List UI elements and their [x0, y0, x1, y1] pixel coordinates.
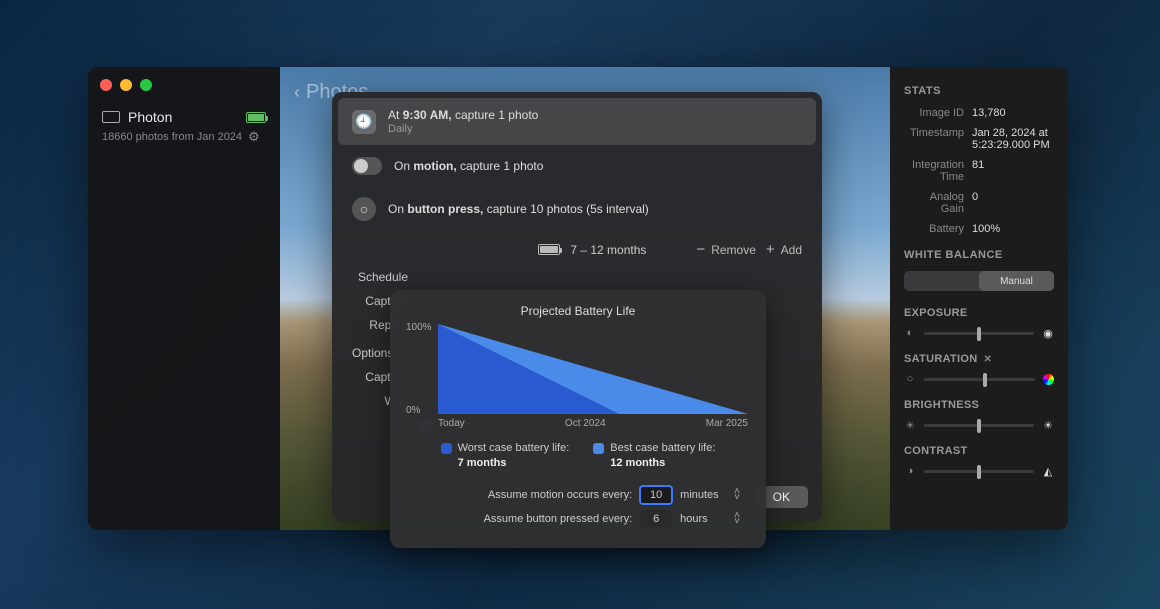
contrast-slider[interactable]: ◑ ◭ [904, 465, 1054, 477]
stat-row: Image ID 13,780 [904, 107, 1054, 119]
add-button[interactable]: +Add [766, 241, 802, 258]
trigger-button[interactable]: ○ On button press, capture 10 photos (5s… [338, 187, 816, 231]
gear-icon[interactable]: ⚙ [248, 129, 260, 145]
remove-button[interactable]: −Remove [696, 241, 755, 258]
brightness-high-icon: ☀ [1042, 419, 1054, 431]
button-interval-input[interactable] [640, 510, 672, 528]
device-name: Photon [128, 109, 238, 125]
contrast-low-icon: ◑ [904, 465, 916, 477]
reset-icon[interactable]: ✕ [983, 354, 992, 365]
stat-label: Analog Gain [904, 191, 964, 215]
contrast-high-icon: ◭ [1042, 465, 1054, 477]
saturation-title: SATURATION [904, 353, 977, 365]
legend-swatch-icon [441, 443, 452, 454]
stat-row: Battery 100% [904, 223, 1054, 235]
assume-button-row: Assume button pressed every: hours ˄˅ [408, 510, 748, 528]
chart-x-axis: Today Oct 2024 Mar 2025 [438, 418, 748, 429]
battery-icon [538, 244, 560, 255]
battery-icon [246, 112, 266, 123]
brightness-title: BRIGHTNESS [904, 399, 1054, 411]
device-row[interactable]: Photon [102, 109, 266, 125]
stat-value: 100% [972, 223, 1054, 235]
stat-value: Jan 28, 2024 at 5:23:29.000 PM [972, 127, 1054, 151]
battery-range[interactable]: 7 – 12 months [570, 243, 646, 257]
traffic-lights [100, 79, 152, 91]
stepper-icon[interactable]: ˄˅ [734, 489, 740, 501]
stat-value: 13,780 [972, 107, 1054, 119]
plus-icon: + [766, 241, 775, 258]
stats-title: STATS [904, 85, 1054, 97]
stat-row: Integration Time 81 [904, 159, 1054, 183]
white-balance-title: WHITE BALANCE [904, 249, 1054, 261]
chart-legend: Worst case battery life:7 months Best ca… [408, 441, 748, 472]
brightness-low-icon: ☀ [904, 419, 916, 431]
saturation-slider[interactable]: ○ [904, 373, 1054, 385]
close-icon[interactable] [100, 79, 112, 91]
legend-swatch-icon [593, 443, 604, 454]
saturation-high-icon [1043, 374, 1054, 385]
assume-motion-row: Assume motion occurs every: minutes ˄˅ [408, 486, 748, 504]
camera-icon [102, 111, 120, 123]
legend-worst: Worst case battery life:7 months [441, 441, 570, 472]
wb-manual[interactable]: Manual [979, 271, 1054, 291]
button-icon: ○ [352, 197, 376, 221]
minimize-icon[interactable] [120, 79, 132, 91]
motion-interval-input[interactable] [640, 486, 672, 504]
device-subtitle-row: 18660 photos from Jan 2024 ⚙ [102, 129, 266, 145]
stat-value: 0 [972, 191, 1054, 215]
stat-label: Image ID [904, 107, 964, 119]
battery-row: 7 – 12 months −Remove +Add [338, 233, 816, 266]
stepper-icon[interactable]: ˄˅ [734, 513, 740, 525]
trigger-motion[interactable]: On motion, capture 1 photo [338, 147, 816, 185]
maximize-icon[interactable] [140, 79, 152, 91]
minus-icon: − [696, 241, 705, 258]
battery-popover: Projected Battery Life 100% 0% Today Oct… [390, 290, 766, 548]
stat-label: Timestamp [904, 127, 964, 151]
stat-label: Integration Time [904, 159, 964, 183]
exposure-high-icon: ◉ [1042, 327, 1054, 339]
options-label: Options [352, 346, 393, 360]
device-subtitle: 18660 photos from Jan 2024 [102, 131, 242, 143]
stat-label: Battery [904, 223, 964, 235]
brightness-slider[interactable]: ☀ ☀ [904, 419, 1054, 431]
sidebar: Photon 18660 photos from Jan 2024 ⚙ [88, 67, 280, 530]
battery-chart: 100% 0% [438, 324, 748, 414]
stats-panel: STATS Image ID 13,780 Timestamp Jan 28, 202… [890, 67, 1068, 530]
wb-auto[interactable] [904, 271, 979, 291]
saturation-low-icon: ○ [904, 373, 916, 385]
stat-value: 81 [972, 159, 1054, 183]
stat-row: Timestamp Jan 28, 2024 at 5:23:29.000 PM [904, 127, 1054, 151]
schedule-label: Schedule [352, 270, 408, 284]
stat-row: Analog Gain 0 [904, 191, 1054, 215]
contrast-title: CONTRAST [904, 445, 1054, 457]
popover-title: Projected Battery Life [408, 304, 748, 318]
exposure-low-icon: ◐ [904, 327, 916, 339]
legend-best: Best case battery life:12 months [593, 441, 715, 472]
white-balance-toggle[interactable]: Manual [904, 271, 1054, 291]
trigger-time[interactable]: 🕘 At 9:30 AM, capture 1 photo Daily [338, 98, 816, 145]
motion-toggle[interactable] [352, 157, 382, 175]
clock-icon: 🕘 [352, 110, 376, 134]
back-chevron-icon[interactable]: ‹ [294, 82, 300, 103]
exposure-title: EXPOSURE [904, 307, 1054, 319]
exposure-slider[interactable]: ◐ ◉ [904, 327, 1054, 339]
